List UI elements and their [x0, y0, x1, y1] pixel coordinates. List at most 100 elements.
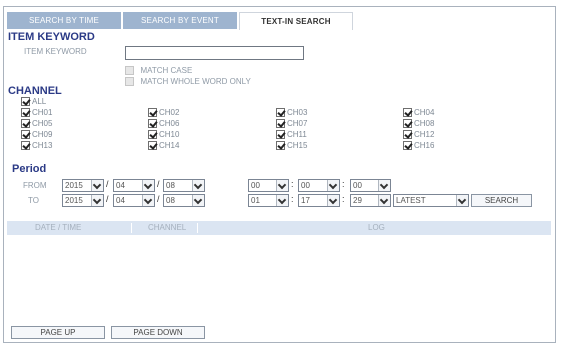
match-whole-word-label: MATCH WHOLE WORD ONLY [140, 77, 251, 87]
channel-checkbox[interactable] [403, 141, 412, 151]
chevron-down-icon [91, 180, 103, 191]
column-channel[interactable]: CHANNEL [148, 223, 186, 232]
channel-option-ch02[interactable]: CH02 [148, 108, 180, 118]
channel-option-ch04[interactable]: CH04 [403, 108, 435, 118]
chevron-down-icon [142, 195, 154, 206]
channel-option-ch06[interactable]: CH06 [148, 119, 180, 129]
column-divider [131, 223, 132, 233]
channel-all-checkbox[interactable] [21, 97, 30, 107]
channel-checkbox[interactable] [403, 108, 412, 118]
channel-option-ch08[interactable]: CH08 [403, 119, 435, 129]
channel-checkbox[interactable] [403, 130, 412, 140]
from-month-select[interactable]: 04 [113, 179, 155, 192]
chevron-down-icon [456, 195, 468, 206]
chevron-down-icon [192, 180, 204, 191]
channel-label: CH01 [32, 108, 53, 118]
channel-checkbox[interactable] [148, 130, 157, 140]
channel-checkbox[interactable] [276, 108, 285, 118]
period-heading: Period [12, 163, 47, 175]
channel-label: CH10 [159, 130, 180, 140]
channel-checkbox[interactable] [148, 119, 157, 129]
match-whole-word-checkbox[interactable] [125, 77, 134, 87]
column-divider [197, 223, 198, 233]
to-second-select[interactable]: 29 [350, 194, 391, 207]
channel-label: CH09 [32, 130, 53, 140]
column-date-time[interactable]: DATE / TIME [35, 223, 81, 232]
match-whole-word-option[interactable]: MATCH WHOLE WORD ONLY [125, 73, 251, 91]
search-button[interactable]: SEARCH [471, 194, 532, 207]
chevron-down-icon [276, 180, 288, 191]
order-select[interactable]: LATEST [393, 194, 469, 207]
channel-checkbox[interactable] [21, 130, 30, 140]
to-day-select[interactable]: 08 [163, 194, 205, 207]
channel-label: CH07 [287, 119, 308, 129]
item-keyword-input[interactable] [125, 46, 304, 60]
channel-option-ch03[interactable]: CH03 [276, 108, 308, 118]
channel-checkbox[interactable] [21, 141, 30, 151]
channel-all-label: ALL [32, 97, 47, 107]
channel-checkbox[interactable] [148, 141, 157, 151]
date-separator: / [157, 179, 160, 189]
channel-label: CH15 [287, 141, 308, 151]
to-minute-select[interactable]: 17 [298, 194, 340, 207]
channel-checkbox[interactable] [276, 141, 285, 151]
channel-checkbox[interactable] [276, 119, 285, 129]
tab-search-by-event[interactable]: SEARCH BY EVENT [123, 12, 237, 29]
channel-option-ch05[interactable]: CH05 [21, 119, 53, 129]
channel-checkbox[interactable] [21, 119, 30, 129]
channel-label: CH16 [414, 141, 435, 151]
channel-label: CH14 [159, 141, 180, 151]
from-second-select[interactable]: 00 [350, 179, 391, 192]
channel-label: CH11 [287, 130, 307, 140]
channel-checkbox[interactable] [276, 130, 285, 140]
page-down-button[interactable]: PAGE DOWN [111, 326, 205, 339]
chevron-down-icon [378, 180, 390, 191]
from-minute-select[interactable]: 00 [298, 179, 340, 192]
channel-option-ch12[interactable]: CH12 [403, 130, 434, 140]
log-list[interactable] [7, 235, 551, 322]
time-separator: : [291, 179, 294, 189]
channel-option-ch07[interactable]: CH07 [276, 119, 308, 129]
channel-all-option[interactable]: ALL [21, 97, 47, 107]
channel-label: CH03 [287, 108, 308, 118]
chevron-down-icon [327, 195, 339, 206]
channel-checkbox[interactable] [148, 108, 157, 118]
channel-option-ch14[interactable]: CH14 [148, 141, 180, 151]
from-day-select[interactable]: 08 [163, 179, 205, 192]
channel-option-ch11[interactable]: CH11 [276, 130, 307, 140]
from-label: FROM [23, 181, 47, 190]
to-hour-select[interactable]: 01 [248, 194, 289, 207]
log-table-header: DATE / TIME CHANNEL LOG [7, 221, 551, 235]
chevron-down-icon [192, 195, 204, 206]
page-up-button[interactable]: PAGE UP [11, 326, 105, 339]
time-separator: : [291, 194, 294, 204]
to-year-select[interactable]: 2015 [62, 194, 104, 207]
channel-option-ch09[interactable]: CH09 [21, 130, 53, 140]
channel-label: CH02 [159, 108, 180, 118]
channel-label: CH06 [159, 119, 180, 129]
search-tabs: SEARCH BY TIME SEARCH BY EVENT TEXT-IN S… [7, 12, 355, 30]
time-separator: : [342, 179, 345, 189]
chevron-down-icon [142, 180, 154, 191]
to-label: TO [28, 196, 39, 205]
channel-option-ch16[interactable]: CH16 [403, 141, 435, 151]
channel-label: CH08 [414, 119, 435, 129]
date-separator: / [157, 194, 160, 204]
channel-option-ch10[interactable]: CH10 [148, 130, 180, 140]
channel-label: CH05 [32, 119, 53, 129]
channel-label: CH04 [414, 108, 435, 118]
channel-option-ch15[interactable]: CH15 [276, 141, 308, 151]
to-month-select[interactable]: 04 [113, 194, 155, 207]
from-hour-select[interactable]: 00 [248, 179, 289, 192]
channel-option-ch13[interactable]: CH13 [21, 141, 53, 151]
channel-checkbox[interactable] [403, 119, 412, 129]
channel-label: CH13 [32, 141, 53, 151]
channel-checkbox[interactable] [21, 108, 30, 118]
tab-search-by-time[interactable]: SEARCH BY TIME [7, 12, 121, 29]
column-log[interactable]: LOG [368, 223, 385, 232]
date-separator: / [106, 194, 109, 204]
from-year-select[interactable]: 2015 [62, 179, 104, 192]
item-keyword-heading: ITEM KEYWORD [8, 31, 95, 43]
channel-option-ch01[interactable]: CH01 [21, 108, 53, 118]
tab-text-in-search[interactable]: TEXT-IN SEARCH [239, 12, 353, 30]
